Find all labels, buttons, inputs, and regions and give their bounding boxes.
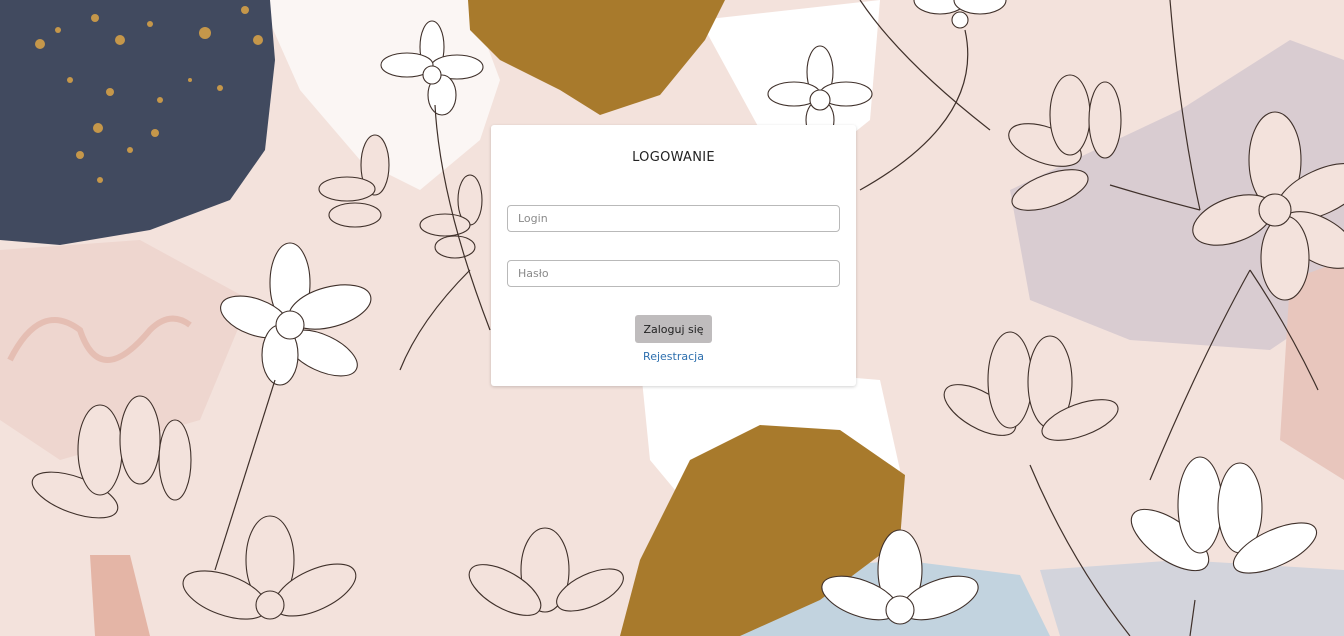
login-button[interactable]: Zaloguj się — [635, 315, 712, 343]
login-input[interactable] — [507, 205, 840, 232]
password-input[interactable] — [507, 260, 840, 287]
login-title: LOGOWANIE — [632, 150, 715, 165]
register-link[interactable]: Rejestracja — [491, 350, 856, 363]
login-card: LOGOWANIE Zaloguj się Rejestracja — [491, 125, 856, 386]
